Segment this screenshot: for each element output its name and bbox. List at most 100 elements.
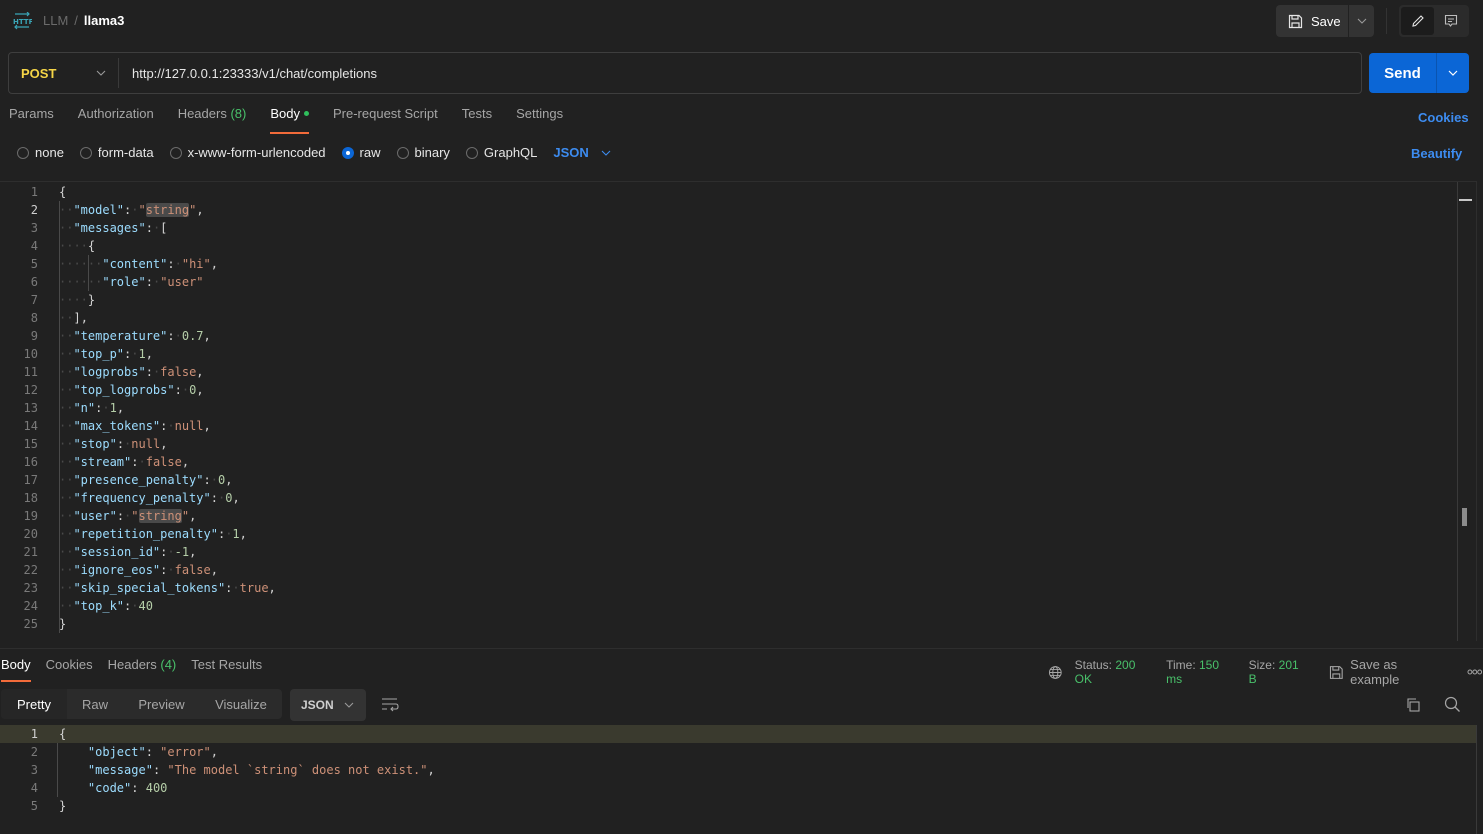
cookies-link[interactable]: Cookies xyxy=(1418,110,1469,125)
line-content: ··"user":·"string", xyxy=(59,509,197,523)
toolbar-divider xyxy=(1386,8,1387,34)
code-line[interactable]: 11 ··"logprobs":·false, xyxy=(0,363,1476,381)
line-content: { xyxy=(59,727,67,741)
view-pretty[interactable]: Pretty xyxy=(1,689,67,719)
save-button[interactable]: Save xyxy=(1276,5,1349,37)
tab-body[interactable]: Body xyxy=(270,106,309,134)
tab-settings[interactable]: Settings xyxy=(516,106,563,130)
radio-x-www-form-urlencoded[interactable]: x-www-form-urlencoded xyxy=(169,145,326,160)
code-line[interactable]: 3 "message": "The model `string` does no… xyxy=(0,761,1477,779)
code-line[interactable]: 25} xyxy=(0,615,1476,633)
view-visualize[interactable]: Visualize xyxy=(200,689,282,719)
code-line[interactable]: 13 ··"n":·1, xyxy=(0,399,1476,417)
send-button[interactable]: Send xyxy=(1369,53,1437,93)
response-tab-cookies[interactable]: Cookies xyxy=(46,657,93,678)
code-line[interactable]: 8 ··], xyxy=(0,309,1476,327)
indent-guide xyxy=(88,255,89,291)
copy-icon[interactable] xyxy=(1405,697,1421,713)
tab-headers[interactable]: Headers (8) xyxy=(178,106,247,130)
code-line[interactable]: 9 ··"temperature":·0.7, xyxy=(0,327,1476,345)
headers-count: (8) xyxy=(230,106,247,121)
code-line[interactable]: 3 ··"messages":·[ xyxy=(0,219,1476,237)
code-line[interactable]: 14 ··"max_tokens":·null, xyxy=(0,417,1476,435)
code-line[interactable]: 10 ··"top_p":·1, xyxy=(0,345,1476,363)
code-line[interactable]: 18 ··"frequency_penalty":·0, xyxy=(0,489,1476,507)
globe-icon[interactable] xyxy=(1048,665,1063,680)
code-line[interactable]: 16 ··"stream":·false, xyxy=(0,453,1476,471)
response-tab-headers[interactable]: Headers (4) xyxy=(108,657,177,678)
code-line[interactable]: 21 ··"session_id":·-1, xyxy=(0,543,1476,561)
save-as-example-button[interactable]: Save as example xyxy=(1329,657,1448,687)
edit-button[interactable] xyxy=(1401,7,1434,35)
code-line[interactable]: 23 ··"skip_special_tokens":·true, xyxy=(0,579,1476,597)
radio-binary[interactable]: binary xyxy=(396,145,450,160)
line-number: 20 xyxy=(23,527,38,541)
code-line[interactable]: 12 ··"top_logprobs":·0, xyxy=(0,381,1476,399)
line-number: 24 xyxy=(23,599,38,613)
code-line[interactable]: 22 ··"ignore_eos":·false, xyxy=(0,561,1476,579)
breadcrumb-collection[interactable]: LLM xyxy=(43,13,68,28)
url-input[interactable] xyxy=(119,65,1361,81)
radio-none[interactable]: none xyxy=(17,145,64,160)
tab-authorization[interactable]: Authorization xyxy=(78,106,154,130)
code-line[interactable]: 4 ····{ xyxy=(0,237,1476,255)
code-line[interactable]: 2 ··"model":·"string", xyxy=(0,201,1476,219)
code-line[interactable]: 20 ··"repetition_penalty":·1, xyxy=(0,525,1476,543)
code-line[interactable]: 1{ xyxy=(0,183,1476,201)
tab-pre-request-script[interactable]: Pre-request Script xyxy=(333,106,438,130)
line-number: 6 xyxy=(30,275,38,289)
view-raw[interactable]: Raw xyxy=(67,689,123,719)
scroll-cursor-marker xyxy=(1459,199,1472,201)
save-options-button[interactable] xyxy=(1349,5,1374,37)
code-line[interactable]: 5 ······"content":·"hi", xyxy=(0,255,1476,273)
code-line[interactable]: 15 ··"stop":·null, xyxy=(0,435,1476,453)
line-number: 17 xyxy=(23,473,38,487)
radio-circle xyxy=(79,146,92,159)
pane-divider[interactable] xyxy=(0,648,1483,649)
tab-params[interactable]: Params xyxy=(9,106,54,130)
radio-graphql[interactable]: GraphQL xyxy=(465,145,537,160)
line-content: "message": "The model `string` does not … xyxy=(87,763,435,777)
code-line[interactable]: 5} xyxy=(0,797,1477,815)
line-content: ··"top_p":·1, xyxy=(59,347,153,361)
code-line[interactable]: 6 ······"role":·"user" xyxy=(0,273,1476,291)
tab-tests[interactable]: Tests xyxy=(462,106,492,130)
code-line[interactable]: 2 "object": "error", xyxy=(0,743,1477,761)
send-options-button[interactable] xyxy=(1437,53,1469,93)
code-line[interactable]: 19 ··"user":·"string", xyxy=(0,507,1476,525)
line-number: 1 xyxy=(30,185,38,199)
request-body-editor[interactable]: 1{2 ··"model":·"string", 3 ··"messages":·[4… xyxy=(0,181,1477,641)
body-language-label: JSON xyxy=(553,145,589,160)
search-icon[interactable] xyxy=(1444,696,1461,713)
line-number: 21 xyxy=(23,545,38,559)
scroll-thumb[interactable] xyxy=(1462,508,1467,526)
radio-form-data[interactable]: form-data xyxy=(79,145,154,160)
radio-circle xyxy=(17,146,29,159)
code-line[interactable]: 1{ xyxy=(0,725,1477,743)
comments-button[interactable] xyxy=(1434,7,1467,35)
beautify-button[interactable]: Beautify xyxy=(1411,146,1462,161)
response-tab-test-results[interactable]: Test Results xyxy=(191,657,262,678)
wrap-lines-icon[interactable] xyxy=(381,697,399,713)
code-line[interactable]: 17 ··"presence_penalty":·0, xyxy=(0,471,1476,489)
chevron-down-icon xyxy=(1448,70,1458,76)
request-name[interactable]: llama3 xyxy=(84,13,124,28)
method-select[interactable]: POST xyxy=(9,58,119,88)
editor-scrollbar[interactable] xyxy=(1457,182,1472,641)
right-toolbar xyxy=(1399,5,1469,37)
response-tab-body[interactable]: Body xyxy=(1,657,31,682)
code-line[interactable]: 7 ····} xyxy=(0,291,1476,309)
radio-raw[interactable]: raw xyxy=(341,145,381,160)
view-preview[interactable]: Preview xyxy=(123,689,200,719)
response-language-select[interactable]: JSON xyxy=(290,689,366,721)
body-language-select[interactable]: JSON xyxy=(553,145,611,160)
more-options-icon[interactable] xyxy=(1467,669,1483,675)
save-icon xyxy=(1288,14,1303,28)
line-content: ······"content":·"hi", xyxy=(59,257,218,271)
response-body-viewer[interactable]: 1{2 "object": "error", 3 "message": "The … xyxy=(0,725,1477,834)
line-content: ··"top_k":·40 xyxy=(59,599,153,613)
tab-label: Headers xyxy=(107,657,157,672)
code-line[interactable]: 24 ··"top_k":·40 xyxy=(0,597,1476,615)
tab-label: Params xyxy=(9,106,54,121)
code-line[interactable]: 4 "code": 400 xyxy=(0,779,1477,797)
